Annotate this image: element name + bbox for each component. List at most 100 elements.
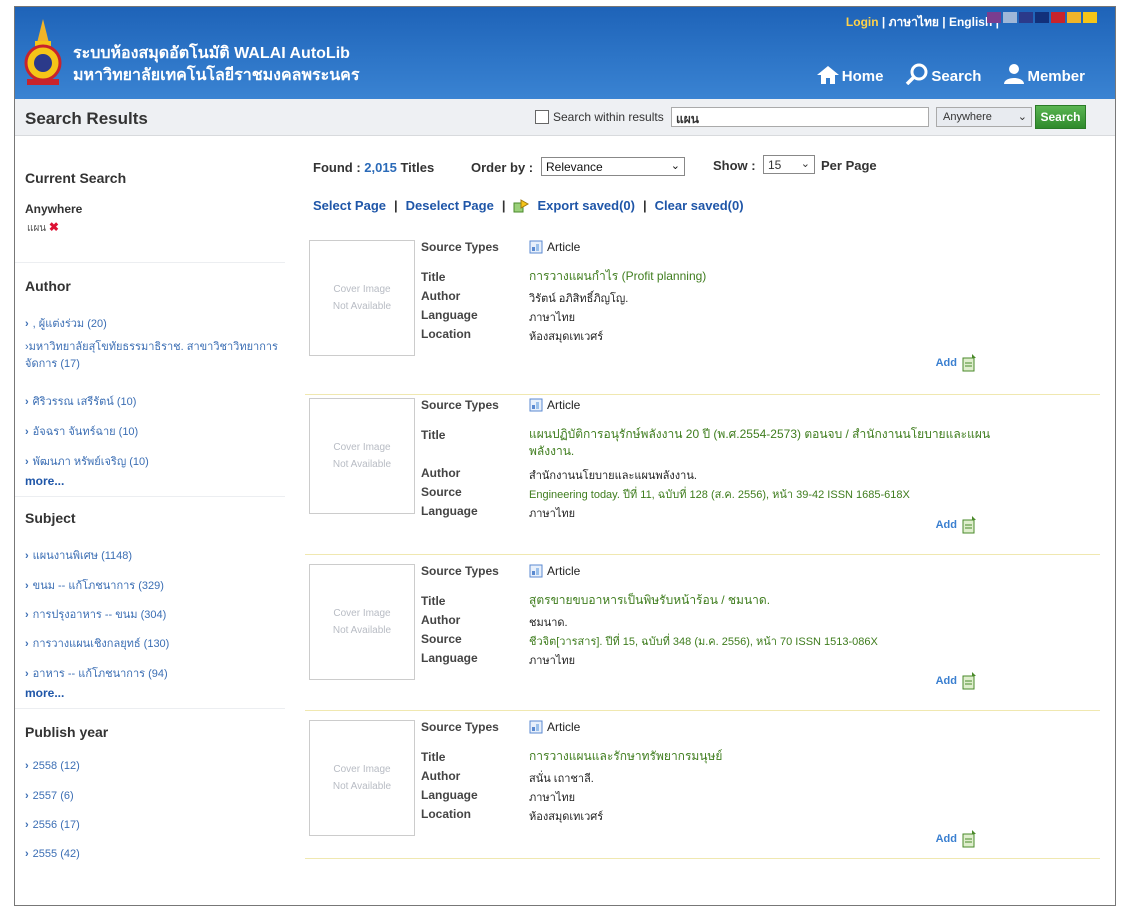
field-label: Author: [421, 466, 461, 480]
field-label: Location: [421, 327, 471, 341]
per-page-value: 15: [768, 158, 782, 172]
theme-swatch[interactable]: [987, 12, 1001, 23]
publish-year-facet-item[interactable]: › 2557 (6): [25, 790, 74, 802]
cover-text: Not Available: [332, 459, 392, 470]
author-facet-item[interactable]: ›มหาวิทยาลัยสุโขทัยธรรมาธิราช. สาขาวิชาว…: [25, 339, 285, 373]
subject-facet-item[interactable]: › ขนม -- แก้โภชนาการ (329): [25, 576, 164, 594]
author-facet-item[interactable]: › ศิริวรรณ เสรีรัตน์ (10): [25, 392, 136, 410]
field-label: Source: [421, 632, 462, 646]
nav-search[interactable]: Search: [905, 63, 981, 85]
order-by-select[interactable]: Relevance ⌄: [541, 157, 685, 176]
divider: [15, 262, 285, 263]
facet-label: การปรุงอาหาร -- ขนม (304): [32, 609, 167, 621]
facet-label: การวางแผนเชิงกลยุทธ์ (130): [32, 638, 170, 650]
select-page-link[interactable]: Select Page: [313, 198, 386, 213]
login-link[interactable]: Login: [846, 15, 879, 29]
field-label: Title: [421, 270, 446, 284]
result-record: Cover Image Not Available Source Types T…: [305, 240, 1105, 390]
chevron-down-icon: ⌄: [800, 158, 810, 170]
publish-year-facet-item[interactable]: › 2555 (42): [25, 848, 80, 860]
clear-saved-link[interactable]: Clear saved(0): [655, 198, 744, 213]
author-facet-item[interactable]: › อัจฉรา จันทร์ฉาย (10): [25, 422, 138, 440]
search-field-select[interactable]: Anywhere ⌄: [936, 107, 1032, 127]
article-icon: [529, 564, 543, 578]
subject-facet-item[interactable]: › แผนงานพิเศษ (1148): [25, 546, 132, 564]
remove-term-icon[interactable]: ✖: [49, 220, 59, 234]
search-input[interactable]: แผน: [671, 107, 929, 127]
add-button[interactable]: Add: [936, 672, 977, 690]
theme-swatch[interactable]: [1051, 12, 1065, 23]
record-title-link[interactable]: การวางแผนและรักษาทรัพยากรมนุษย์: [529, 748, 722, 765]
field-label: Source: [421, 485, 462, 499]
thai-language-link[interactable]: ภาษาไทย: [889, 15, 939, 29]
cover-image-placeholder: Cover Image Not Available: [309, 240, 415, 356]
per-page-label: Per Page: [821, 158, 877, 173]
cover-image-placeholder: Cover Image Not Available: [309, 720, 415, 836]
author-facet-item[interactable]: ›, ผู้แต่งร่วม (20): [25, 314, 107, 332]
add-button[interactable]: Add: [936, 354, 977, 372]
add-label: Add: [935, 833, 957, 845]
subject-more-link[interactable]: more...: [25, 686, 64, 700]
english-language-link[interactable]: English: [949, 15, 992, 29]
cover-text: Cover Image: [333, 284, 391, 295]
nav-home[interactable]: Home: [816, 63, 883, 85]
subject-facet-item[interactable]: › อาหาร -- แก้โภชนาการ (94): [25, 664, 168, 682]
field-label: Author: [421, 769, 461, 783]
chevron-down-icon: ⌄: [1017, 111, 1027, 123]
per-page-select[interactable]: 15 ⌄: [763, 155, 815, 174]
theme-swatch[interactable]: [1035, 12, 1049, 23]
add-icon: [962, 672, 976, 690]
separator: |: [881, 15, 886, 29]
field-label: Source Types: [421, 564, 499, 578]
nav-member[interactable]: Member: [1003, 63, 1085, 85]
facet-label: พัฒนภา หรัพย์เจริญ (10): [32, 456, 149, 468]
add-button[interactable]: Add: [936, 516, 977, 534]
order-by-value: Relevance: [546, 160, 603, 174]
record-title-link[interactable]: แผนปฏิบัติการอนุรักษ์พลังงาน 20 ปี (พ.ศ.…: [529, 426, 1009, 460]
theme-swatch[interactable]: [1003, 12, 1017, 23]
record-title-link[interactable]: การวางแผนกำไร (Profit planning): [529, 268, 706, 285]
chevron-right-icon: ›: [25, 396, 29, 408]
facet-sidebar: Current Search Anywhere แผน ✖ Author ›, …: [15, 136, 285, 896]
subject-facet-item[interactable]: › การปรุงอาหาร -- ขนม (304): [25, 605, 166, 623]
author-facet-item[interactable]: › พัฒนภา หรัพย์เจริญ (10): [25, 452, 149, 470]
cover-image-placeholder: Cover Image Not Available: [309, 398, 415, 514]
search-within-results[interactable]: Search within results: [535, 110, 664, 124]
field-label: Source Types: [421, 398, 499, 412]
field-label: Location: [421, 807, 471, 821]
member-icon: [1004, 64, 1025, 84]
publish-year-facet-item[interactable]: › 2558 (12): [25, 760, 80, 772]
record-author: สนั่น เถาชาลี.: [529, 773, 594, 785]
source-type-value: Article: [547, 398, 581, 412]
result-actions: Select Page | Deselect Page | Export sav…: [313, 198, 744, 213]
field-label: Title: [421, 750, 446, 764]
record-language: ภาษาไทย: [529, 508, 576, 520]
add-label: Add: [935, 675, 957, 687]
university-logo-icon: [24, 19, 62, 85]
export-saved-link[interactable]: Export saved(0): [537, 198, 635, 213]
record-author: ชมนาด.: [529, 617, 568, 629]
subject-facet-item[interactable]: › การวางแผนเชิงกลยุทธ์ (130): [25, 634, 169, 652]
found-label: Found :: [313, 160, 361, 175]
divider: [15, 496, 285, 497]
cover-text: Cover Image: [333, 442, 391, 453]
separator: |: [501, 198, 506, 213]
search-within-checkbox[interactable]: [535, 110, 549, 124]
field-label: Author: [421, 613, 461, 627]
deselect-page-link[interactable]: Deselect Page: [406, 198, 494, 213]
record-source: ชีวจิต[วารสาร]. ปีที่ 15, ฉบับที่ 348 (ม…: [529, 636, 878, 648]
separator: |: [643, 198, 647, 213]
add-button[interactable]: Add: [936, 830, 977, 848]
theme-swatch[interactable]: [1083, 12, 1097, 23]
nav-member-label: Member: [1027, 68, 1085, 85]
theme-swatch[interactable]: [1067, 12, 1081, 23]
author-facet-heading: Author: [25, 278, 71, 294]
field-label: Language: [421, 504, 478, 518]
record-title-link[interactable]: สูตรขายขบอาหารเป็นพิษรับหน้าร้อน / ชมนาด…: [529, 592, 770, 609]
publish-year-facet-item[interactable]: › 2556 (17): [25, 819, 80, 831]
theme-swatch[interactable]: [1019, 12, 1033, 23]
separator: |: [942, 15, 946, 29]
search-button[interactable]: Search: [1035, 105, 1086, 129]
cover-text: Not Available: [332, 781, 392, 792]
author-more-link[interactable]: more...: [25, 474, 64, 488]
